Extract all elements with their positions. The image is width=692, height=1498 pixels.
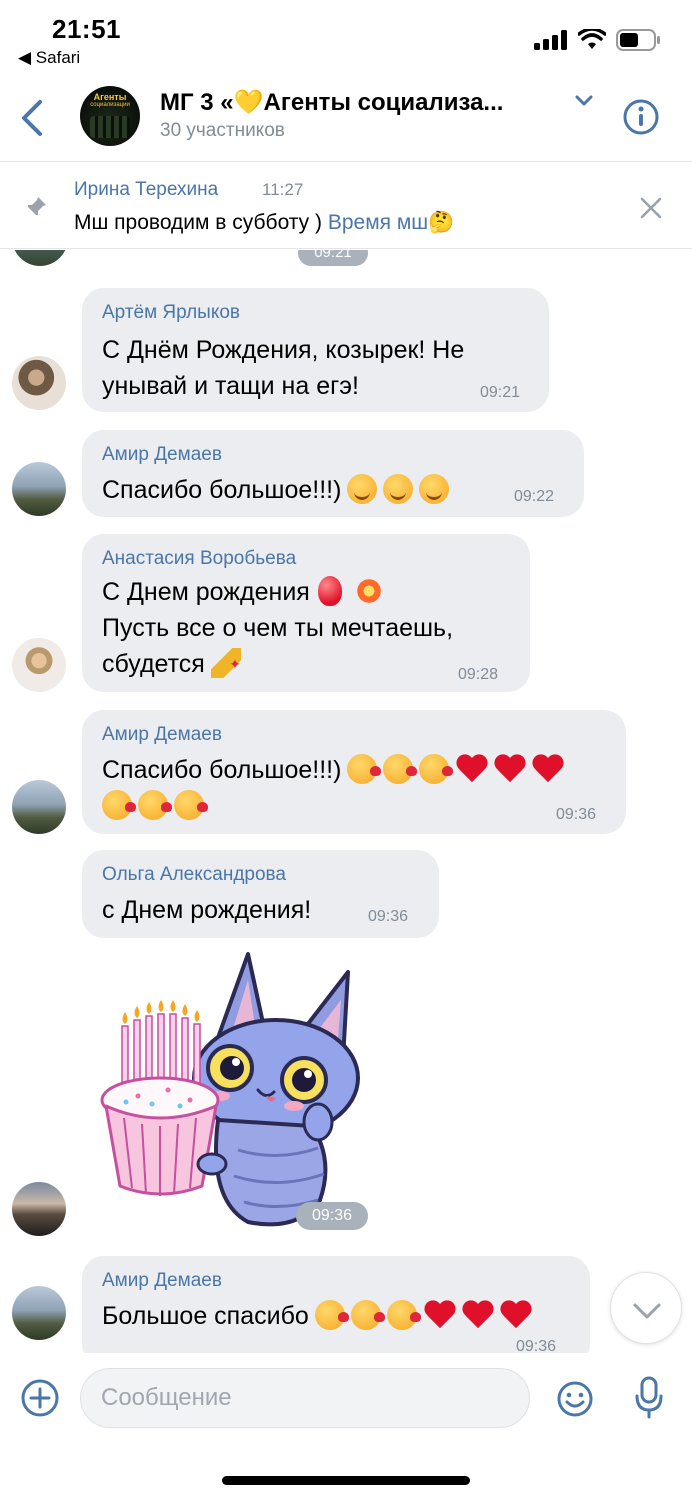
emoji-icon[interactable] xyxy=(556,1380,594,1418)
avatar[interactable] xyxy=(12,462,66,516)
back-chevron-icon[interactable] xyxy=(16,98,50,138)
message-text: С Днем рождения Пусть все о чем ты мечта… xyxy=(102,574,453,682)
avatar[interactable] xyxy=(12,780,66,834)
heart-icon xyxy=(501,1299,531,1329)
avatar[interactable] xyxy=(12,638,66,692)
message-bubble[interactable]: Амир Демаев Большое спасибо 09:36 xyxy=(82,1256,590,1353)
heart-icon xyxy=(533,753,563,783)
kissing-face-icon xyxy=(419,754,454,784)
sticker-time: 09:36 xyxy=(296,1202,368,1230)
home-indicator[interactable] xyxy=(222,1476,470,1485)
balloon-icon xyxy=(317,576,342,606)
message-text: Спасибо большое!!!) xyxy=(102,472,450,508)
message-bubble[interactable]: Ольга Александрова с Днем рождения! 09:3… xyxy=(82,850,439,938)
back-to-app[interactable]: ◀ Safari xyxy=(18,48,80,68)
info-icon[interactable] xyxy=(622,98,660,136)
message-line: Спасибо большое!!!) xyxy=(102,476,342,504)
status-time: 21:51 xyxy=(52,14,121,44)
kissing-face-icon xyxy=(138,790,172,820)
message-author[interactable]: Артём Ярлыков xyxy=(102,302,240,324)
message-line: сбудется xyxy=(102,650,205,678)
winking-face-icon xyxy=(347,474,378,504)
message-time: 09:22 xyxy=(514,488,555,505)
pinned-link[interactable]: Время мш🤔 xyxy=(328,211,454,234)
scroll-down-button[interactable] xyxy=(610,1272,682,1344)
message-line: С Днём Рождения, козырек! Не xyxy=(102,336,465,364)
close-icon[interactable] xyxy=(638,195,664,221)
sticker-time-partial: 09:21 xyxy=(298,250,368,266)
avatar[interactable] xyxy=(12,250,68,266)
heart-icon xyxy=(457,753,487,783)
message-bubble[interactable]: Амир Демаев Спасибо большое!!!) 09:22 xyxy=(82,430,584,517)
chevron-down-icon[interactable] xyxy=(574,94,594,108)
kissing-face-icon xyxy=(347,754,382,784)
message-line: унывай и тащи на егэ! xyxy=(102,372,359,400)
message-bubble[interactable]: Амир Демаев Спасибо большое!!!) 09:36 xyxy=(82,710,626,834)
status-bar: 21:51 ◀ Safari xyxy=(0,0,692,80)
avatar-subtext: социализации xyxy=(90,102,130,108)
message-composer xyxy=(0,1354,692,1444)
message-time: 09:21 xyxy=(480,384,521,401)
message-author[interactable]: Анастасия Воробьева xyxy=(102,548,296,570)
back-app-label: Safari xyxy=(35,48,81,67)
add-attachment-icon[interactable] xyxy=(20,1378,60,1418)
avatar[interactable] xyxy=(12,356,66,410)
kissing-face-icon xyxy=(383,754,418,784)
message-line: Большое спасибо xyxy=(102,1302,309,1330)
members-count: 30 участников xyxy=(160,120,285,141)
collision-icon xyxy=(353,576,384,606)
message-author[interactable]: Амир Демаев xyxy=(102,724,222,746)
avatar[interactable] xyxy=(12,1182,66,1236)
message-time: 09:36 xyxy=(516,1338,557,1353)
pinned-text: Мш проводим в субботу ) Время мш🤔 xyxy=(74,211,454,235)
message-time: 09:36 xyxy=(368,908,409,925)
message-author[interactable]: Ольга Александрова xyxy=(102,864,286,886)
message-time: 09:28 xyxy=(458,666,499,683)
message-line: Спасибо большое!!!) xyxy=(102,756,342,784)
winking-face-icon xyxy=(419,474,450,504)
heart-icon xyxy=(495,753,525,783)
heart-icon xyxy=(425,1299,455,1329)
kissing-face-icon xyxy=(350,1300,385,1330)
avatar-figures xyxy=(90,116,130,138)
message-bubble[interactable]: Анастасия Воробьева С Днем рождения Пуст… xyxy=(82,534,530,692)
microphone-icon[interactable] xyxy=(634,1376,664,1420)
pinned-message[interactable]: Ирина Терехина 11:27 Мш проводим в суббо… xyxy=(0,163,692,249)
group-avatar[interactable]: Агенты социализации xyxy=(80,86,140,146)
message-text: Большое спасибо xyxy=(102,1298,531,1334)
birthday-bat-sticker[interactable] xyxy=(98,950,368,1235)
kissing-face-icon xyxy=(314,1300,349,1330)
message-feed[interactable]: 09:21 Артём Ярлыков С Днём Рождения, коз… xyxy=(0,250,692,1353)
pinned-author: Ирина Терехина xyxy=(74,179,219,200)
heart-icon xyxy=(463,1299,493,1329)
winking-face-icon xyxy=(383,474,414,504)
message-input[interactable] xyxy=(80,1368,530,1428)
signal-icon xyxy=(534,30,567,50)
party-popper-icon xyxy=(210,646,241,682)
chevron-down-icon xyxy=(633,1303,661,1319)
kissing-face-icon xyxy=(174,790,208,820)
pinned-time: 11:27 xyxy=(262,180,304,199)
message-line: С Днем рождения xyxy=(102,578,310,606)
message-time: 09:36 xyxy=(556,806,597,823)
chat-header: Агенты социализации МГ 3 «💛Агенты социал… xyxy=(0,80,692,162)
message-bubble[interactable]: Артём Ярлыков С Днём Рождения, козырек! … xyxy=(82,288,549,412)
avatar[interactable] xyxy=(12,1286,66,1340)
wifi-icon xyxy=(578,29,606,49)
kissing-face-icon xyxy=(386,1300,421,1330)
message-text: Спасибо большое!!!) xyxy=(102,752,563,824)
pin-icon xyxy=(27,197,46,216)
battery-icon xyxy=(616,29,660,51)
message-author[interactable]: Амир Демаев xyxy=(102,1270,222,1292)
message-line: Пусть все о чем ты мечтаешь, xyxy=(102,614,454,642)
message-text: С Днём Рождения, козырек! Не унывай и та… xyxy=(102,332,464,404)
pinned-text-body: Мш проводим в субботу ) xyxy=(74,211,322,234)
message-text: с Днем рождения! xyxy=(102,896,312,924)
message-author[interactable]: Амир Демаев xyxy=(102,444,222,466)
kissing-face-icon xyxy=(102,790,136,820)
back-arrow-icon: ◀ xyxy=(18,48,36,67)
avatar-text: Агенты xyxy=(93,92,127,102)
chat-title[interactable]: МГ 3 «💛Агенты социализа... xyxy=(160,88,503,117)
